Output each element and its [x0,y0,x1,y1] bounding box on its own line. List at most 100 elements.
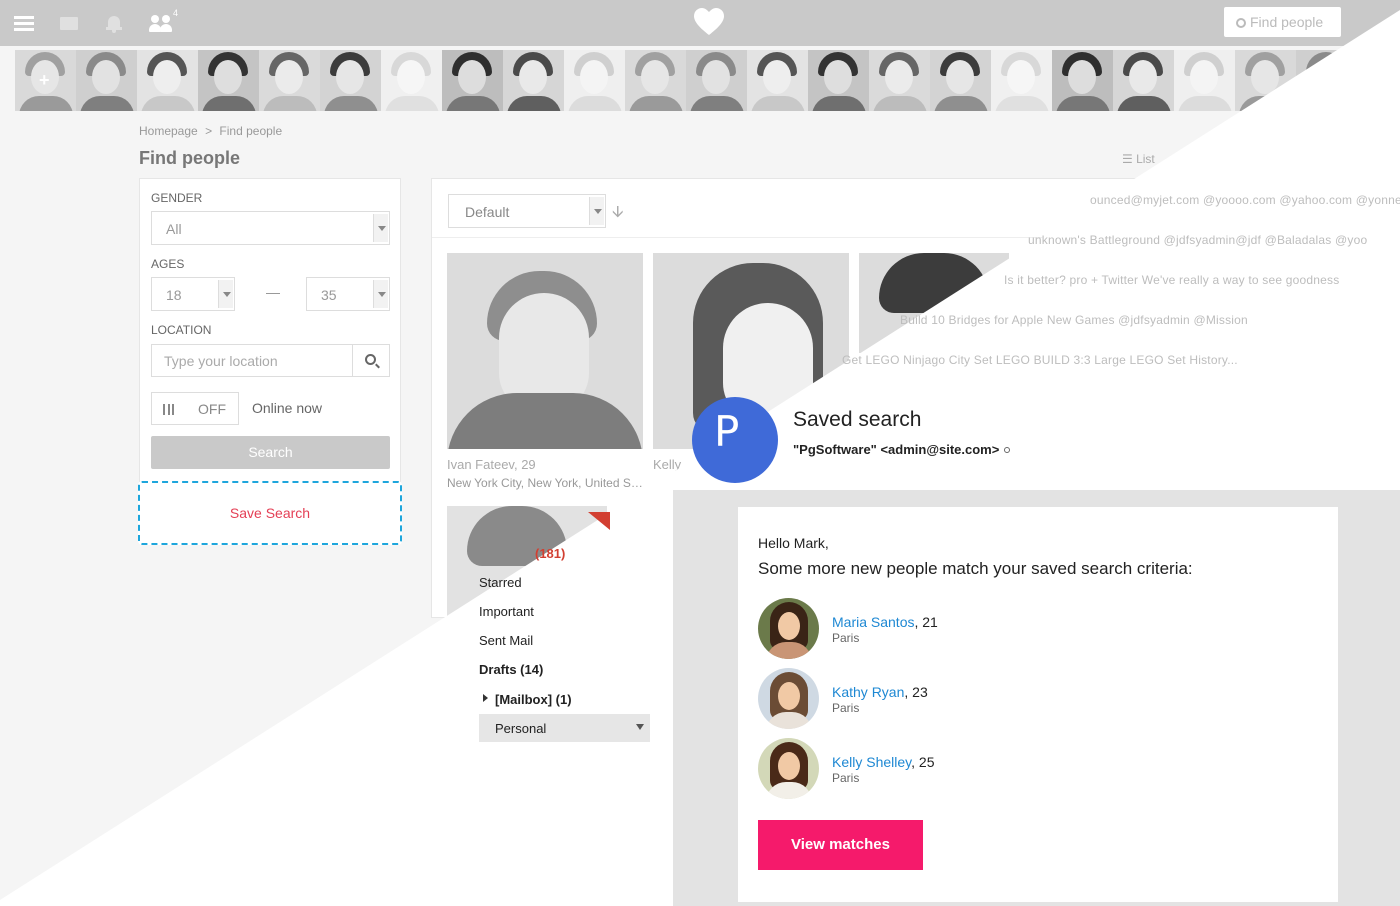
strip-photo-shoulders [1178,96,1232,111]
page-title: Find people [139,148,240,168]
strip-photo-shoulders [385,96,439,111]
strip-photo-face [702,60,730,94]
location-search-button[interactable] [352,344,390,377]
search-icon [1236,18,1246,28]
age-from-select[interactable]: 18 [151,277,235,311]
email-subject: Saved search [793,408,922,431]
toggle-handle-icon [163,404,174,415]
strip-photo[interactable] [503,50,564,111]
avatar[interactable] [758,668,819,729]
match-name[interactable]: Maria Santos, 21 [832,614,938,630]
online-toggle[interactable]: OFF [151,392,239,425]
strip-photo[interactable] [625,50,686,111]
strip-photo[interactable] [747,50,808,111]
strip-photo[interactable] [564,50,625,111]
ghost-text-line: Get LEGO Ninjago City Set LEGO BUILD 3:3… [842,353,1238,367]
location-input[interactable]: Type your location [151,344,353,377]
search-icon[interactable] [1004,447,1011,453]
strip-photo[interactable] [1357,50,1400,111]
email-greeting: Hello Mark, [758,535,829,551]
strip-photo[interactable] [1113,50,1174,111]
save-search-button[interactable]: Save Search [138,481,402,545]
sort-direction-icon[interactable]: 🡫 [612,201,624,228]
list-view-toggle[interactable]: ☰ List [1122,152,1155,166]
chevron-down-icon [373,214,388,242]
strip-photo[interactable] [1235,50,1296,111]
chevron-down-icon [218,280,233,308]
expand-icon[interactable] [483,694,488,702]
mail-icon[interactable] [60,17,78,30]
strip-photo-face [580,60,608,94]
match-name[interactable]: Kathy Ryan, 23 [832,684,928,700]
gender-select[interactable]: All [151,211,390,245]
age-to-select[interactable]: 35 [306,277,390,311]
strip-photo[interactable] [1052,50,1113,111]
strip-photo[interactable] [869,50,930,111]
avatar[interactable] [758,598,819,659]
strip-photo[interactable]: + [15,50,76,111]
chevron-down-icon [589,197,604,225]
match-name[interactable]: Kelly Shelley, 25 [832,754,934,770]
mail-folder-mailbox[interactable]: [Mailbox] (1) [495,692,572,707]
match-item: Kelly Shelley, 25 Paris [758,738,1158,800]
strip-photo-shoulders [1117,96,1171,111]
strip-photo-shoulders [812,96,866,111]
ghost-text-line: unknown's Battleground @jdfsyadmin@jdf @… [1028,233,1368,247]
ages-label: AGES [151,257,185,271]
strip-photo-shoulders [629,96,683,111]
strip-photo[interactable] [442,50,503,111]
search-button[interactable]: Search [151,436,390,469]
strip-photo[interactable] [320,50,381,111]
strip-photo-shoulders [446,96,500,111]
strip-photo-shoulders [1239,96,1293,111]
strip-photo[interactable] [76,50,137,111]
mail-folder-important[interactable]: Important [479,604,534,619]
mail-folder-starred[interactable]: Starred [479,575,522,590]
strip-photo[interactable] [1174,50,1235,111]
strip-photo-face [519,60,547,94]
mail-folder-personal[interactable]: Personal [479,714,650,742]
strip-photo-shoulders [690,96,744,111]
strip-photo-shoulders [873,96,927,111]
menu-icon[interactable] [14,16,34,32]
notification-badge: 4 [173,8,179,18]
view-matches-button[interactable]: View matches [758,820,923,870]
strip-photo[interactable] [1296,50,1357,111]
strip-photo[interactable] [198,50,259,111]
strip-photo[interactable] [137,50,198,111]
strip-photo-shoulders [1361,96,1400,111]
strip-photo-shoulders [507,96,561,111]
strip-photo-shoulders [1056,96,1110,111]
mail-folder-drafts[interactable]: Drafts (14) [479,662,543,677]
strip-photo[interactable] [930,50,991,111]
strip-photo-face [1007,60,1035,94]
strip-photo-face [214,60,242,94]
mail-folder-sent[interactable]: Sent Mail [479,633,533,648]
strip-photo-shoulders [934,96,988,111]
find-people-search[interactable]: Find people [1224,7,1341,37]
strip-photo-shoulders [202,96,256,111]
profile-name[interactable]: Kelly [653,457,681,472]
strip-photo[interactable] [381,50,442,111]
add-photo-icon[interactable]: + [39,70,50,91]
profile-card-photo[interactable] [447,253,643,449]
heart-logo-icon[interactable] [694,8,724,36]
strip-photo-face [275,60,303,94]
profile-card-photo[interactable] [447,506,607,616]
strip-photo[interactable] [259,50,320,111]
match-city: Paris [832,631,860,645]
strip-photo[interactable] [808,50,869,111]
strip-photo-face [1129,60,1157,94]
people-icon[interactable] [149,14,172,34]
match-item: Kathy Ryan, 23 Paris [758,668,1158,730]
breadcrumb-home[interactable]: Homepage [139,124,198,138]
bell-icon[interactable] [106,14,122,33]
strip-photo[interactable] [991,50,1052,111]
chevron-down-icon[interactable] [636,724,644,730]
profile-name[interactable]: Ivan Fateev, 29 [447,457,536,472]
sort-select[interactable]: Default [448,194,606,228]
strip-photo[interactable] [686,50,747,111]
strip-photo-shoulders [751,96,805,111]
profile-card-photo[interactable] [859,253,1009,353]
avatar[interactable] [758,738,819,799]
